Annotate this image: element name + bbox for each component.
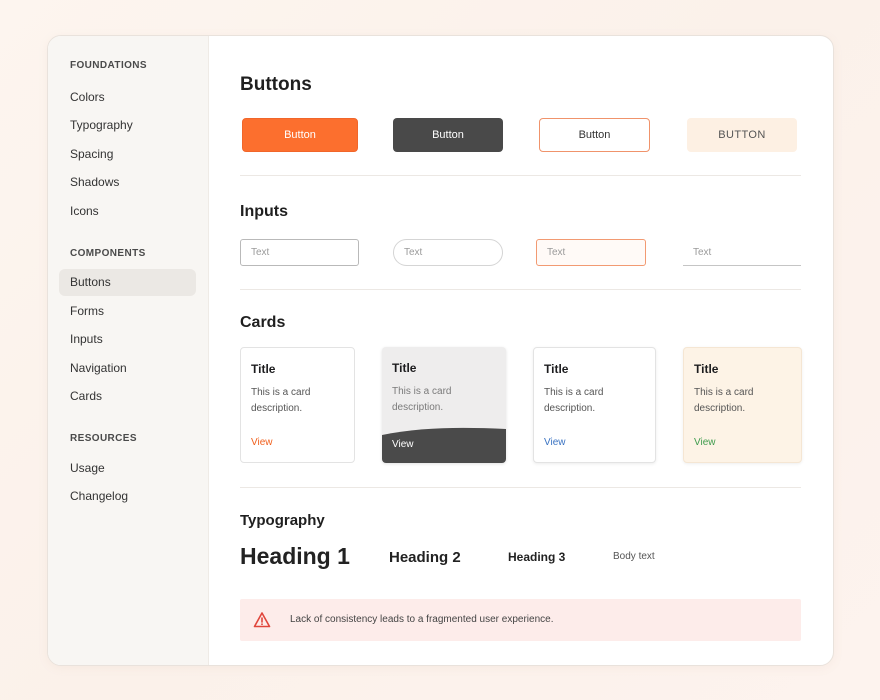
card-title: Title (544, 362, 569, 376)
card-title: Title (694, 362, 719, 376)
sidebar-item-spacing[interactable]: Spacing (59, 141, 196, 168)
card-basic: Title This is a card description. View (240, 347, 355, 463)
primary-button[interactable]: Button (242, 118, 358, 152)
card-elevated: Title This is a card description. View (533, 347, 656, 463)
card-tinted: Title This is a card description. View (683, 347, 802, 463)
main-content: Buttons Button Button Button BUTTON Inpu… (209, 36, 833, 665)
sidebar-item-inputs[interactable]: Inputs (59, 326, 196, 353)
sidebar-item-buttons[interactable]: Buttons (59, 269, 196, 296)
section-heading-buttons: Buttons (240, 74, 312, 95)
sidebar-item-changelog[interactable]: Changelog (59, 483, 196, 510)
card-description: This is a card description. (694, 387, 754, 414)
text-input-rounded[interactable]: Text (393, 239, 503, 266)
heading-3-sample: Heading 3 (508, 550, 566, 564)
sidebar-item-navigation[interactable]: Navigation (59, 355, 196, 382)
outline-button[interactable]: Button (539, 118, 650, 152)
divider (240, 487, 801, 488)
warning-alert: Lack of consistency leads to a fragmente… (240, 599, 801, 641)
body-text-sample: Body text (613, 551, 655, 562)
style-guide-window: FOUNDATIONS Colors Typography Spacing Sh… (47, 35, 834, 666)
sidebar-item-shadows[interactable]: Shadows (59, 169, 196, 196)
card-view-link[interactable]: View (392, 439, 414, 450)
card-description: This is a card description. (392, 386, 452, 413)
text-input-outlined[interactable]: Text (240, 239, 359, 266)
text-input-underlined[interactable]: Text (683, 239, 801, 266)
section-heading-cards: Cards (240, 314, 286, 331)
sidebar-item-colors[interactable]: Colors (59, 84, 196, 111)
card-view-link[interactable]: View (251, 437, 273, 448)
heading-2-sample: Heading 2 (389, 549, 461, 566)
section-title-foundations: FOUNDATIONS (70, 60, 147, 71)
sidebar: FOUNDATIONS Colors Typography Spacing Sh… (48, 36, 209, 665)
sidebar-item-forms[interactable]: Forms (59, 298, 196, 325)
divider (240, 175, 801, 176)
divider (240, 289, 801, 290)
section-heading-inputs: Inputs (240, 203, 288, 220)
card-title: Title (392, 361, 417, 375)
card-description: This is a card description. (544, 387, 604, 414)
dark-button[interactable]: Button (393, 118, 503, 152)
soft-button[interactable]: BUTTON (687, 118, 797, 152)
card-view-link[interactable]: View (694, 437, 716, 448)
heading-1-sample: Heading 1 (240, 543, 350, 569)
section-title-components: COMPONENTS (70, 248, 146, 259)
card-dark-footer: Title This is a card description. View (382, 347, 506, 463)
card-title: Title (251, 362, 276, 376)
sidebar-item-icons[interactable]: Icons (59, 198, 196, 225)
sidebar-item-usage[interactable]: Usage (59, 455, 196, 482)
sidebar-item-typography[interactable]: Typography (59, 112, 196, 139)
warning-icon (253, 612, 271, 628)
alert-message: Lack of consistency leads to a fragmente… (290, 614, 554, 625)
section-title-resources: RESOURCES (70, 433, 137, 444)
section-heading-typography: Typography (240, 512, 325, 529)
card-description: This is a card description. (251, 387, 311, 414)
card-view-link[interactable]: View (544, 437, 566, 448)
sidebar-item-cards[interactable]: Cards (59, 383, 196, 410)
text-input-focused[interactable]: Text (536, 239, 646, 266)
